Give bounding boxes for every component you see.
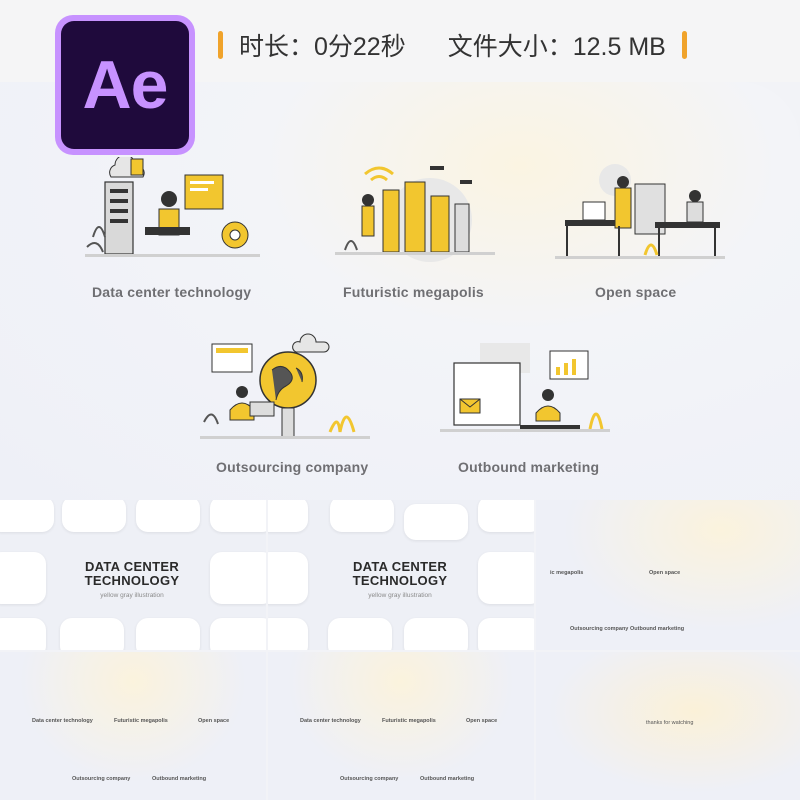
scene-illustration-data-center xyxy=(85,157,260,267)
thumb-tile xyxy=(136,500,200,532)
thumb-scene-label: Open space xyxy=(198,718,230,724)
thumb-title-line2: TECHNOLOGY xyxy=(84,573,180,588)
thumb-subtitle: yellow gray illustration xyxy=(100,592,164,599)
thumb-scene-label: ic megapolis xyxy=(550,570,584,576)
thumb-title-line2: TECHNOLOGY xyxy=(352,573,448,588)
thumb-scene-label: Open space xyxy=(466,718,498,724)
thumb-scene-label: Data center technology xyxy=(300,718,361,724)
thumb-tile xyxy=(328,618,392,650)
thumb-tile xyxy=(478,552,534,604)
after-effects-logo-icon: Ae xyxy=(55,15,195,155)
thumb-tile xyxy=(210,552,266,604)
scene-illustration-outsourcing xyxy=(200,332,370,442)
accent-bar-icon xyxy=(218,31,223,59)
thumb-scene-label: Outbound marketing xyxy=(152,776,207,782)
thumb-tile xyxy=(478,500,534,532)
thumb-tile xyxy=(404,504,468,540)
thumbnail-end-frame[interactable]: thanks for watching xyxy=(536,652,800,800)
thumb-scene-label: Data center technology xyxy=(32,718,93,724)
thumb-scene-label: Outsourcing company xyxy=(340,776,399,782)
scene-illustration-outbound-marketing xyxy=(440,337,610,442)
thumbnail-title-frame[interactable]: DATA CENTER TECHNOLOGY yellow gray illus… xyxy=(0,500,266,650)
thumb-title: DATA CENTER TECHNOLOGY yellow gray illus… xyxy=(62,559,202,600)
thumb-tile xyxy=(210,500,266,532)
thumb-tile xyxy=(268,618,308,650)
thumb-subtitle: yellow gray illustration xyxy=(368,592,432,599)
thumb-tile xyxy=(136,618,200,650)
end-text: thanks for watching xyxy=(646,720,694,726)
thumb-scene-label: Outsourcing company xyxy=(570,626,629,632)
thumb-tile xyxy=(60,618,124,650)
thumb-scene-label: Outsourcing company xyxy=(72,776,131,782)
thumb-tile xyxy=(404,618,468,650)
thumb-scene-label: Outbound marketing xyxy=(420,776,475,782)
thumb-title: DATA CENTER TECHNOLOGY yellow gray illus… xyxy=(330,559,470,600)
thumb-title-line1: DATA CENTER xyxy=(84,559,180,574)
thumb-tile xyxy=(268,552,308,604)
scene-label: Data center technology xyxy=(92,284,252,300)
thumb-tile xyxy=(478,618,534,650)
scene-label: Open space xyxy=(595,284,677,300)
thumb-tile xyxy=(210,618,266,650)
thumb-scene-label: Futuristic megapolis xyxy=(114,718,168,724)
thumb-tile xyxy=(62,500,126,532)
thumb-tile xyxy=(268,500,308,532)
thumbnail-grid: DATA CENTER TECHNOLOGY yellow gray illus… xyxy=(0,500,800,800)
scene-label: Futuristic megapolis xyxy=(343,284,484,300)
size-label: 文件大小：12.5 MB xyxy=(447,33,666,61)
duration-label: 时长：0分22秒 xyxy=(239,33,406,61)
file-meta: 时长：0分22秒 文件大小：12.5 MB xyxy=(218,28,687,62)
thumb-tile xyxy=(0,552,46,604)
scene-illustration-open-space xyxy=(555,160,725,265)
thumbnail-scenes-frame[interactable]: Data center technology Futuristic megapo… xyxy=(268,652,534,800)
scene-label: Outbound marketing xyxy=(458,459,600,475)
scene-label: Outsourcing company xyxy=(216,459,369,475)
thumb-scene-label: Open space xyxy=(649,570,681,576)
thumbnail-title-frame[interactable]: DATA CENTER TECHNOLOGY yellow gray illus… xyxy=(268,500,534,650)
thumb-tile xyxy=(0,500,54,532)
thumb-title-line1: DATA CENTER xyxy=(352,559,448,574)
logo-text: Ae xyxy=(82,47,169,123)
thumbnail-scenes-frame[interactable]: ic megapolis Open space Outsourcing comp… xyxy=(536,500,800,650)
accent-bar-icon xyxy=(681,31,687,59)
thumb-tile xyxy=(330,500,394,532)
thumb-scene-label: Outbound marketing xyxy=(630,626,685,632)
scene-illustration-megapolis xyxy=(335,160,495,265)
thumb-tile xyxy=(0,618,46,650)
thumb-scene-label: Futuristic megapolis xyxy=(382,718,436,724)
thumbnail-scenes-frame[interactable]: Data center technology Futuristic megapo… xyxy=(0,652,266,800)
